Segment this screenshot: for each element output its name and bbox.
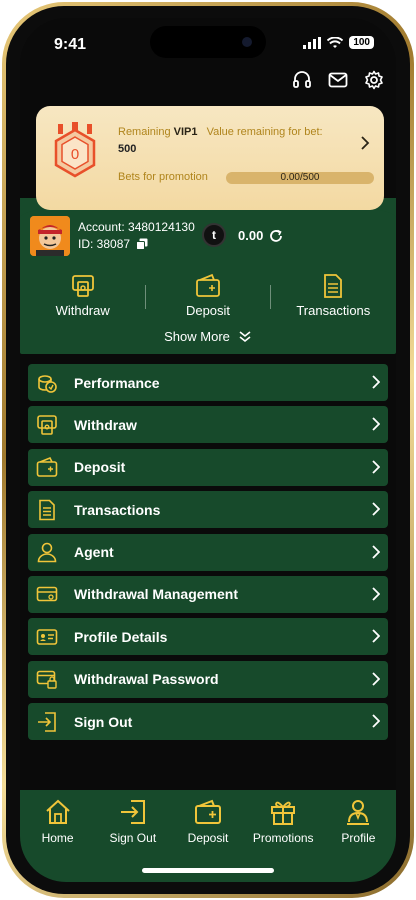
menu-item-performance[interactable]: Performance xyxy=(28,364,388,401)
vip-promo-label: Bets for promotion xyxy=(118,171,208,183)
balance-row: 0.00 xyxy=(238,228,283,243)
vip-remaining-label: Remaining xyxy=(118,126,171,138)
card-lock-icon xyxy=(36,670,57,689)
vip-value-label: Value remaining for bet: xyxy=(206,126,323,138)
chevron-right-icon xyxy=(372,587,380,601)
vip-progress-bar: 0.00/500 xyxy=(226,172,374,184)
profile-icon xyxy=(347,800,370,825)
vip-level: VIP1 xyxy=(173,126,198,138)
quick-deposit-button[interactable]: Deposit xyxy=(145,273,271,323)
double-chevron-down-icon xyxy=(239,330,251,342)
signal-icon xyxy=(303,36,322,49)
menu-label: Deposit xyxy=(74,459,126,476)
sign-out-icon xyxy=(38,711,56,732)
menu-item-withdraw[interactable]: Withdraw xyxy=(28,406,388,444)
menu-item-withdrawal-management[interactable]: Withdrawal Management xyxy=(28,575,388,613)
avatar-image xyxy=(30,216,70,256)
vip-amount: 500 xyxy=(118,143,137,155)
menu-item-sign-out[interactable]: Sign Out xyxy=(28,703,388,741)
wallet-icon xyxy=(196,273,220,297)
chevron-right-icon xyxy=(361,136,370,150)
show-more-label: Show More xyxy=(164,329,230,344)
quick-withdraw-button[interactable]: Withdraw xyxy=(20,273,145,323)
chevron-right-icon xyxy=(372,417,380,432)
nav-label: Sign Out xyxy=(109,831,157,845)
battery-indicator: 100 xyxy=(349,36,374,49)
menu-item-agent[interactable]: Agent xyxy=(28,533,388,571)
quick-transactions-button[interactable]: Transactions xyxy=(271,273,396,323)
chevron-right-icon xyxy=(372,502,380,516)
vip-badge-level: 0 xyxy=(71,146,79,163)
document-icon xyxy=(324,274,343,298)
wallet-icon xyxy=(195,799,221,824)
wallet-icon xyxy=(36,457,58,478)
menu-item-deposit[interactable]: Deposit xyxy=(28,448,388,486)
home-icon xyxy=(45,799,70,824)
refresh-icon[interactable] xyxy=(269,229,283,243)
menu-list: Performance Withdraw Deposit Transaction… xyxy=(28,364,388,746)
home-indicator[interactable] xyxy=(142,868,274,873)
vip-badge-icon: 0 xyxy=(54,122,96,178)
dynamic-island xyxy=(150,26,266,58)
atm-icon xyxy=(37,415,57,435)
gear-icon[interactable] xyxy=(364,70,384,90)
show-more-button[interactable]: Show More xyxy=(20,329,396,344)
nav-label: Promotions xyxy=(252,831,314,845)
chevron-right-icon xyxy=(372,714,380,728)
mail-icon[interactable] xyxy=(328,70,348,90)
account-id: ID: 38087 xyxy=(78,237,131,251)
atm-icon xyxy=(71,275,94,297)
nav-profile[interactable]: Profile xyxy=(321,798,396,882)
chevron-right-icon xyxy=(372,544,380,559)
copy-icon[interactable] xyxy=(136,238,148,250)
account-id-row: ID: 38087 xyxy=(78,237,148,251)
nav-label: Profile xyxy=(341,831,376,845)
chevron-right-icon xyxy=(372,375,380,389)
menu-label: Profile Details xyxy=(74,628,168,645)
vip-card[interactable]: 0 Remaining VIP1 Value remaining for bet… xyxy=(36,106,384,210)
gift-icon xyxy=(271,801,296,825)
quick-actions: Withdraw Deposit Transactions xyxy=(20,273,396,323)
menu-label: Withdrawal Password xyxy=(74,671,219,688)
divider xyxy=(145,285,147,309)
sign-out-icon xyxy=(120,800,145,824)
menu-label: Withdraw xyxy=(74,416,137,433)
balance-amount: 0.00 xyxy=(238,228,264,243)
card-icon xyxy=(36,587,58,602)
nav-label: Deposit xyxy=(187,831,229,845)
nav-label: Home xyxy=(41,831,74,845)
quick-transactions-label: Transactions xyxy=(296,303,371,318)
document-icon xyxy=(39,499,55,520)
menu-label: Withdrawal Management xyxy=(74,586,239,603)
vip-remaining-line: Remaining VIP1 Value remaining for bet: xyxy=(118,126,323,138)
menu-label: Performance xyxy=(74,374,160,391)
app-screen: 9:41 100 0 Remaining VIP1 Value remainin… xyxy=(20,18,396,882)
account-number: Account: 3480124130 xyxy=(78,220,195,234)
coins-icon xyxy=(38,374,57,393)
chevron-right-icon xyxy=(372,460,380,474)
chevron-right-icon xyxy=(372,672,380,686)
menu-label: Transactions xyxy=(74,501,161,518)
chevron-right-icon xyxy=(372,629,380,643)
avatar[interactable] xyxy=(30,216,70,256)
id-card-icon xyxy=(36,629,58,645)
headset-icon[interactable] xyxy=(292,70,312,90)
status-time: 9:41 xyxy=(54,36,87,53)
person-icon xyxy=(37,542,57,563)
menu-item-withdrawal-password[interactable]: Withdrawal Password xyxy=(28,660,388,698)
menu-label: Agent xyxy=(74,544,114,561)
vip-progress-text: 0.00/500 xyxy=(280,172,320,183)
menu-item-transactions[interactable]: Transactions xyxy=(28,491,388,529)
menu-label: Sign Out xyxy=(74,713,133,730)
wifi-icon xyxy=(327,36,344,48)
status-icons: 100 xyxy=(303,36,374,49)
camera-icon xyxy=(242,37,252,47)
header-actions xyxy=(292,70,384,90)
nav-home[interactable]: Home xyxy=(20,798,95,882)
menu-item-profile-details[interactable]: Profile Details xyxy=(28,618,388,656)
quick-withdraw-label: Withdraw xyxy=(55,303,110,318)
quick-deposit-label: Deposit xyxy=(185,303,231,318)
currency-coin-icon: t xyxy=(202,223,226,247)
